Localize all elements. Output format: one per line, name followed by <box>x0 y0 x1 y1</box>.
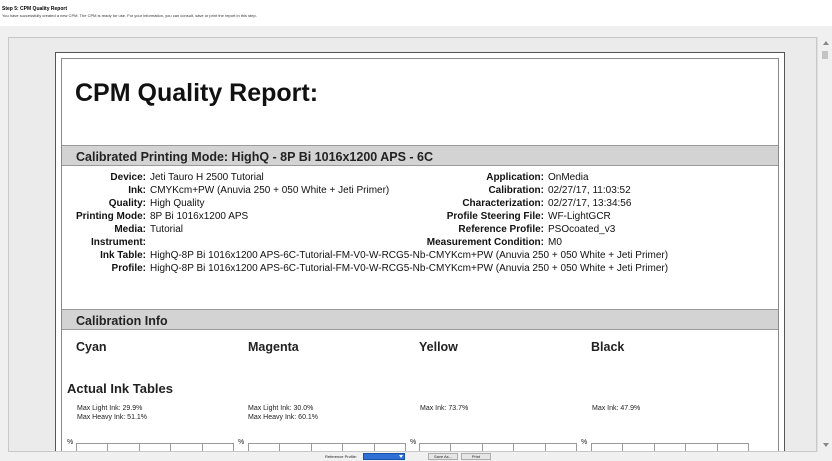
field-label: Calibration: <box>488 185 544 196</box>
vertical-scrollbar[interactable] <box>817 37 832 452</box>
ink-table-grid-yellow <box>419 443 577 451</box>
max-ink-cyan: Max Light Ink: 29.9% Max Heavy Ink: 51.1… <box>77 404 147 422</box>
field-label: Quality: <box>108 198 146 209</box>
field-label: Ink: <box>128 185 146 196</box>
report-viewer[interactable]: CPM Quality Report: Calibrated Printing … <box>8 37 817 452</box>
ink-table-grid-black <box>591 443 749 451</box>
step-header: Step 5: CPM Quality Report You have succ… <box>0 0 832 26</box>
field-value: OnMedia <box>548 172 589 183</box>
grid-unit-label: % <box>67 439 74 446</box>
ink-table-value: HighQ-8P Bi 1016x1200 APS-6C-Tutorial-FM… <box>150 250 669 261</box>
field-value: CMYKcm+PW (Anuvia 250 + 050 White + Jeti… <box>150 185 390 196</box>
field-value: 02/27/17, 13:34:56 <box>548 198 632 209</box>
reference-profile-label: Reference Profile: <box>325 454 358 459</box>
ink-heading-magenta: Magenta <box>248 340 299 354</box>
ink-heading-yellow: Yellow <box>419 340 458 354</box>
ink-heading-cyan: Cyan <box>76 340 107 354</box>
field-label: Printing Mode: <box>76 211 146 222</box>
max-light-ink: Max Light Ink: 29.9% <box>77 405 143 412</box>
scroll-thumb[interactable] <box>822 51 828 59</box>
grid-unit-label: % <box>238 439 245 446</box>
field-label: Instrument: <box>91 237 146 248</box>
field-value: Tutorial <box>150 224 183 235</box>
report-page: CPM Quality Report: Calibrated Printing … <box>55 52 785 451</box>
printing-mode-header: Calibrated Printing Mode: HighQ - 8P Bi … <box>62 145 778 166</box>
field-label: Measurement Condition: <box>426 237 544 248</box>
max-ink-value: Max Ink: 73.7% <box>420 405 469 412</box>
calibration-info-header: Calibration Info <box>62 309 778 330</box>
step-title: Step 5: CPM Quality Report <box>2 6 68 12</box>
bottom-toolbar: Reference Profile: Save As... Print <box>0 452 832 461</box>
field-value: Jeti Tauro H 2500 Tutorial <box>150 172 264 183</box>
field-value: WF-LightGCR <box>548 211 611 222</box>
field-value: PSOcoated_v3 <box>548 224 616 235</box>
grid-unit-label: % <box>410 439 417 446</box>
scroll-up-arrow-icon[interactable] <box>823 41 829 45</box>
max-heavy-ink: Max Heavy Ink: 60.1% <box>248 414 319 421</box>
field-value: High Quality <box>150 198 205 209</box>
field-value: 8P Bi 1016x1200 APS <box>150 211 249 222</box>
save-as-button[interactable]: Save As... <box>428 453 458 460</box>
scroll-down-arrow-icon[interactable] <box>823 443 829 447</box>
field-label: Device: <box>110 172 146 183</box>
max-ink-magenta: Max Light Ink: 30.0% Max Heavy Ink: 60.1… <box>248 404 318 422</box>
reference-profile-select[interactable] <box>363 453 405 460</box>
report-page-border: CPM Quality Report: Calibrated Printing … <box>61 58 779 451</box>
field-label: Profile Steering File: <box>446 211 544 222</box>
field-label: Characterization: <box>462 198 544 209</box>
ink-table-label: Ink Table: <box>100 250 146 261</box>
field-value: 02/27/17, 11:03:52 <box>548 185 631 196</box>
wizard-window: Step 5: CPM Quality Report You have succ… <box>0 0 832 461</box>
max-heavy-ink: Max Heavy Ink: 51.1% <box>77 414 148 421</box>
step-description: You have successfully created a new CPM.… <box>2 13 257 18</box>
ink-table-grid-magenta <box>248 443 406 451</box>
chevron-down-icon[interactable] <box>399 455 403 458</box>
profile-value: HighQ-8P Bi 1016x1200 APS-6C-Tutorial-FM… <box>150 263 669 274</box>
field-label: Reference Profile: <box>458 224 544 235</box>
field-label: Media: <box>114 224 146 235</box>
max-light-ink: Max Light Ink: 30.0% <box>248 405 314 412</box>
field-label: Application: <box>486 172 544 183</box>
profile-label: Profile: <box>111 263 146 274</box>
actual-ink-tables-title: Actual Ink Tables <box>67 381 173 396</box>
ink-heading-black: Black <box>591 340 625 354</box>
report-title: CPM Quality Report: <box>75 79 319 107</box>
max-ink-yellow: Max Ink: 73.7% <box>420 404 468 413</box>
print-button[interactable]: Print <box>461 453 491 460</box>
ink-table-grid-cyan <box>76 443 234 451</box>
max-ink-black: Max Ink: 47.9% <box>592 404 640 413</box>
max-ink-value: Max Ink: 47.9% <box>592 405 641 412</box>
field-value: M0 <box>548 237 562 248</box>
grid-unit-label: % <box>581 439 588 446</box>
